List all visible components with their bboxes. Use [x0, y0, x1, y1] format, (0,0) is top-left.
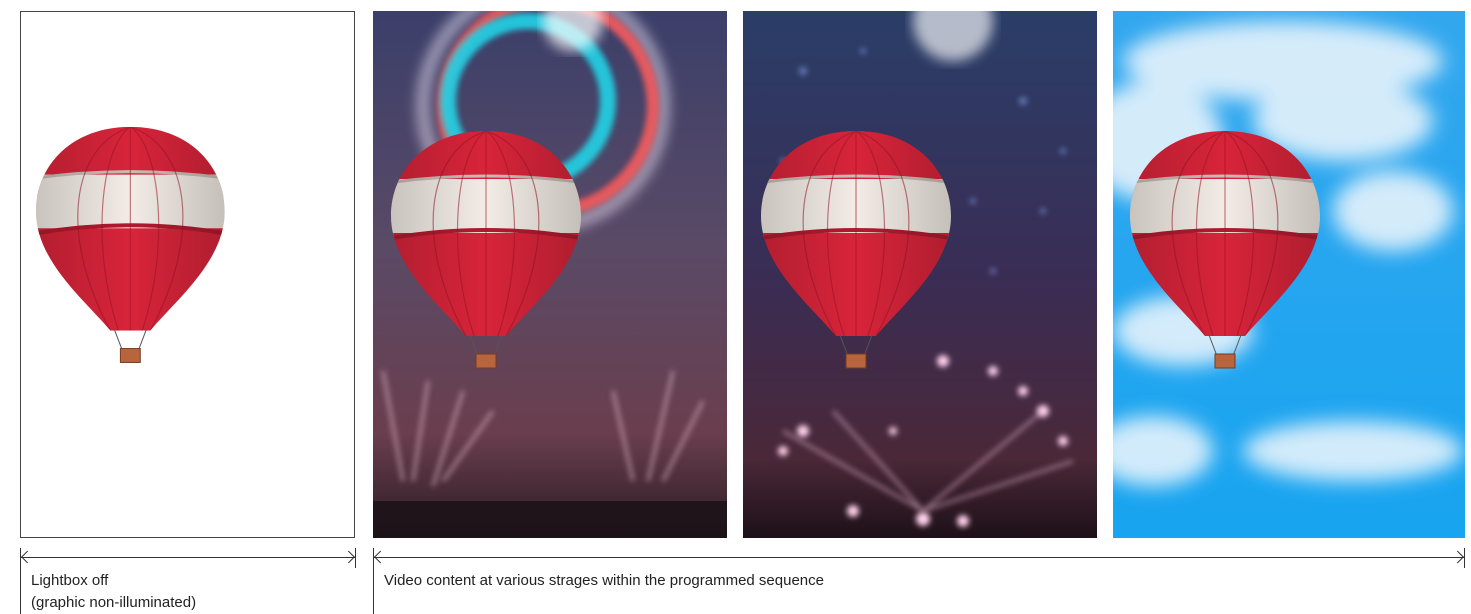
- lightbox-off-caption: Lightbox off (graphic non-illuminated): [31, 570, 351, 614]
- fireworks-ring-image: [373, 11, 727, 538]
- lightbox-off-panel: [20, 11, 355, 538]
- blue-sky-image: [1113, 11, 1465, 538]
- video-frame-fireworks-burst: [743, 11, 1097, 538]
- lightbox-off-caption-line1: Lightbox off: [31, 572, 109, 589]
- video-frame-fireworks-ring: [373, 11, 727, 538]
- video-content-caption-text: Video content at various strages within …: [384, 572, 824, 589]
- video-frame-blue-sky: [1113, 11, 1465, 538]
- balloon-image: [21, 12, 354, 537]
- fireworks-burst-image: [743, 11, 1097, 538]
- lightbox-off-dimension-line: [20, 548, 356, 614]
- video-content-caption: Video content at various strages within …: [384, 570, 1384, 592]
- lightbox-off-caption-line2: (graphic non-illuminated): [31, 594, 197, 611]
- video-content-dimension-line: [373, 548, 1465, 614]
